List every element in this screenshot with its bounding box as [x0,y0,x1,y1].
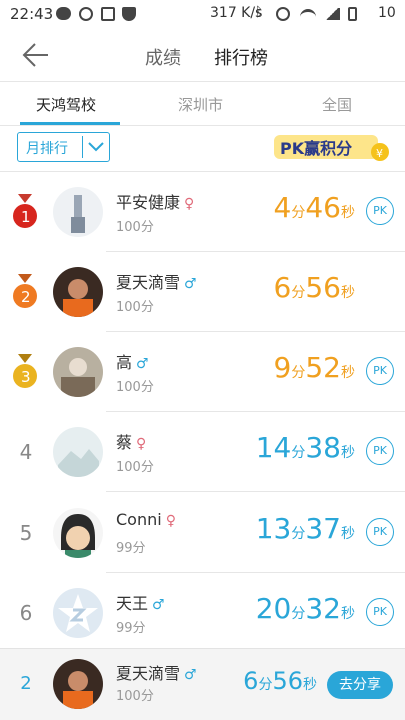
user-score: 100分 [116,460,154,475]
leaderboard-row[interactable]: 6 天王 ♂ 99分 20分32秒 PK [0,573,405,653]
rank-number: 4 [19,440,33,464]
battery-level: 10 [378,5,396,21]
avatar[interactable] [53,267,103,317]
battery-icon [348,7,357,21]
chevron-down-icon [88,142,104,152]
leaderboard-row[interactable]: 4 蔡 ♀ 100分 14分38秒 PK [0,412,405,492]
pk-button[interactable]: PK [366,197,394,225]
user-score: 100分 [116,220,154,235]
sync-icon [79,7,93,21]
avatar[interactable] [53,187,103,237]
svg-text:2: 2 [21,288,31,306]
chat-icon [56,7,71,20]
arrow-left-icon [22,43,48,67]
svg-text:¥: ¥ [376,147,383,160]
status-time: 22:43 [10,5,54,23]
tab-school[interactable]: 天鸿驾校 [36,94,96,115]
my-avatar[interactable] [53,659,103,709]
user-score: 99分 [116,541,146,556]
exam-time: 4分46秒 [273,191,355,224]
alarm-icon [276,7,290,21]
image-icon [101,7,115,21]
status-bar: 22:43 317 K/s ᛒ 10 [0,0,405,28]
avatar[interactable] [53,508,103,558]
exam-time: 13分37秒 [255,512,355,545]
my-user-name: 夏天滴雪 ♂ [116,664,197,683]
leaderboard-row[interactable]: 5 Conni ♀ 99分 13分37秒 PK [0,493,405,573]
user-score: 100分 [116,380,154,395]
male-icon: ♂ [184,667,197,683]
user-name: 夏天滴雪 ♂ [116,273,197,292]
female-icon: ♀ [136,436,147,452]
male-icon: ♂ [184,276,197,292]
exam-time: 6分56秒 [273,271,355,304]
nav-bar: 成绩 排行榜 [0,28,405,82]
avatar[interactable] [53,588,103,638]
select-divider [82,136,83,158]
back-button[interactable] [22,42,50,68]
svg-text:3: 3 [21,368,31,386]
tab-city[interactable]: 深圳市 [178,94,223,115]
user-name: 高 ♂ [116,353,149,372]
tab-scores[interactable]: 成绩 [145,44,181,70]
active-tab-indicator [20,122,120,125]
share-button[interactable]: 去分享 [327,671,393,699]
pk-button[interactable]: PK [366,357,394,385]
bluetooth-icon: ᛒ [255,5,263,20]
leaderboard-row[interactable]: 2 夏天滴雪 ♂ 100分 6分56秒 [0,252,405,332]
signal-icon [324,8,340,20]
pk-points-banner[interactable]: PK赢积分 ¥ [272,132,392,162]
wifi-icon [300,9,316,17]
pk-button[interactable]: PK [366,518,394,546]
female-icon: ♀ [184,196,195,212]
leaderboard-row[interactable]: 3 高 ♂ 100分 9分52秒 PK [0,332,405,412]
svg-text:1: 1 [21,208,31,226]
rank-number: 5 [19,521,33,545]
female-icon: ♀ [165,513,176,529]
male-icon: ♂ [152,597,165,613]
region-tabs: 天鸿驾校 深圳市 全国 [0,82,405,126]
avatar[interactable] [53,427,103,477]
divider [106,491,405,492]
user-name: 天王 ♂ [116,594,165,613]
exam-time: 14分38秒 [255,431,355,464]
bronze-medal-icon: 3 [13,354,37,388]
rank-number: 6 [19,601,33,625]
user-name: Conni ♀ [116,510,176,529]
leaderboard-row[interactable]: 1 平安健康 ♀ 100分 4分46秒 PK [0,172,405,252]
pk-button[interactable]: PK [366,437,394,465]
user-score: 100分 [116,300,154,315]
pk-button[interactable]: PK [366,598,394,626]
user-name: 平安健康 ♀ [116,193,195,212]
my-rank-bar: 2 夏天滴雪 ♂ 100分 6分56秒 去分享 [0,648,405,720]
exam-time: 9分52秒 [273,351,355,384]
shield-icon [122,7,136,21]
user-score: 99分 [116,621,146,636]
ranking-period-label: 月排行 [26,141,68,157]
ranking-period-select[interactable]: 月排行 [17,132,110,162]
pk-points-text: PK赢积分 [280,139,352,158]
tab-national[interactable]: 全国 [322,94,352,115]
my-exam-time: 6分56秒 [243,667,317,695]
silver-medal-icon: 2 [13,274,37,308]
my-rank-number: 2 [20,673,32,694]
my-user-score: 100分 [116,689,154,704]
user-name: 蔡 ♀ [116,433,147,452]
male-icon: ♂ [136,356,149,372]
tab-leaderboard[interactable]: 排行榜 [214,44,268,70]
exam-time: 20分32秒 [255,592,355,625]
gold-medal-icon: 1 [13,194,37,228]
avatar[interactable] [53,347,103,397]
